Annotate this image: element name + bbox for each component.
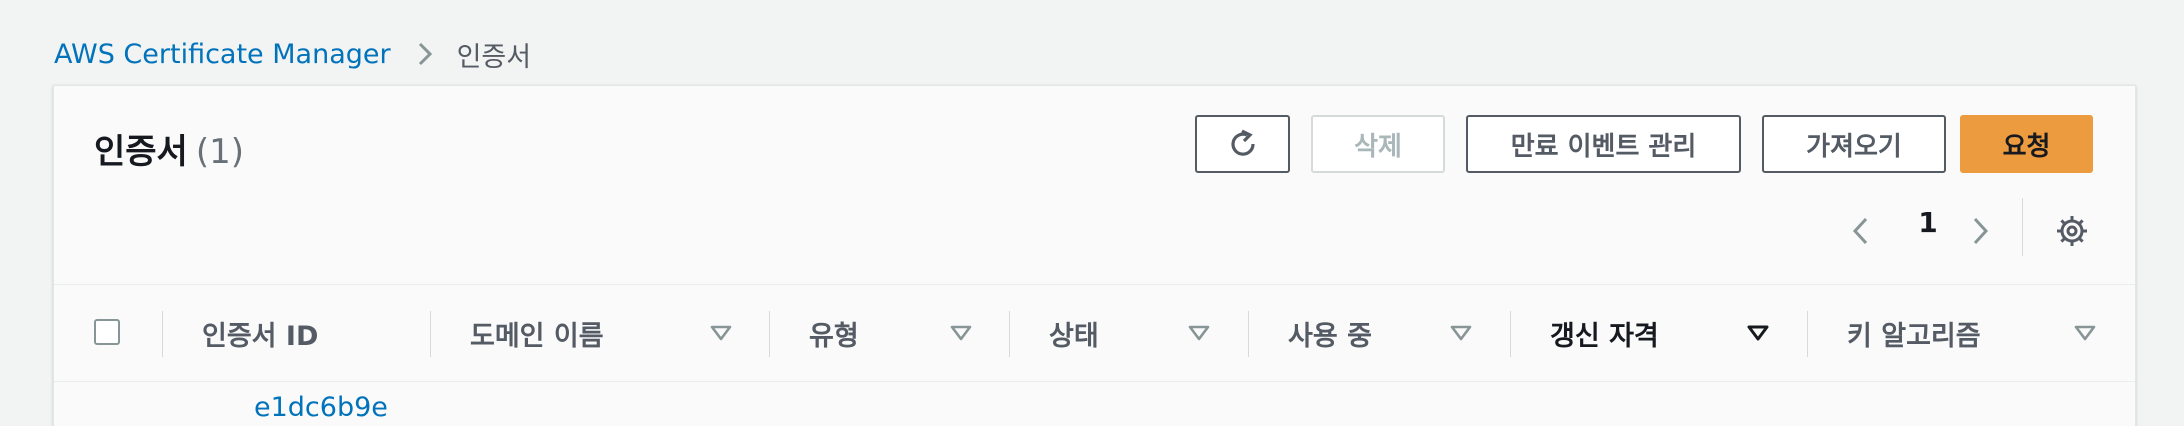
page-title-text: 인증서 (94, 132, 188, 172)
table-header: 인증서 ID 도메인 이름 유형 상태 사용 중 갱신 자격 키 알고리즘 (54, 284, 2135, 382)
column-renewal-eligibility[interactable]: 갱신 자격 (1550, 285, 1659, 381)
settings-gear-icon[interactable] (2054, 204, 2090, 258)
column-divider (430, 311, 431, 357)
toolbar-divider (2022, 198, 2023, 256)
column-divider (1009, 311, 1010, 357)
refresh-button[interactable] (1195, 115, 1290, 173)
sort-caret-icon[interactable] (950, 319, 972, 347)
column-certificate-id[interactable]: 인증서 ID (202, 285, 318, 381)
manage-expiry-events-button[interactable]: 만료 이벤트 관리 (1466, 115, 1741, 173)
sort-caret-icon[interactable] (2074, 319, 2096, 347)
import-button[interactable]: 가져오기 (1762, 115, 1946, 173)
breadcrumb-current: 인증서 (456, 41, 532, 73)
certificate-id-link[interactable]: e1dc6b9e (254, 392, 388, 423)
column-divider (162, 311, 163, 357)
certificate-count: (1) (195, 132, 245, 172)
breadcrumb-acm-link[interactable]: AWS Certificate Manager (54, 39, 391, 70)
column-key-algorithm[interactable]: 키 알고리즘 (1847, 285, 1981, 381)
delete-button[interactable]: 삭제 (1311, 115, 1445, 173)
column-divider (1510, 311, 1511, 357)
certificates-panel: 인증서 (1) 삭제 만료 이벤트 관리 가져오기 요청 1 인증서 ID 도메인… (53, 85, 2136, 426)
refresh-icon (1230, 129, 1255, 156)
breadcrumb: AWS Certificate Manager 인증서 (54, 36, 532, 73)
sort-caret-active-icon[interactable] (1747, 319, 1769, 347)
previous-page-icon[interactable] (1849, 204, 1873, 258)
sort-caret-icon[interactable] (1188, 319, 1210, 347)
column-divider (1248, 311, 1249, 357)
request-button[interactable]: 요청 (1960, 115, 2093, 173)
chevron-right-icon (415, 36, 435, 72)
column-in-use[interactable]: 사용 중 (1288, 285, 1372, 381)
column-divider (1807, 311, 1808, 357)
column-status[interactable]: 상태 (1049, 285, 1099, 381)
column-type[interactable]: 유형 (809, 285, 859, 381)
sort-caret-icon[interactable] (710, 319, 732, 347)
select-all-checkbox[interactable] (94, 319, 120, 345)
sort-caret-icon[interactable] (1450, 319, 1472, 347)
next-page-icon[interactable] (1968, 204, 1992, 258)
page-title: 인증서 (1) (94, 124, 244, 173)
current-page-number[interactable]: 1 (1916, 206, 1940, 239)
column-domain-name[interactable]: 도메인 이름 (470, 285, 604, 381)
column-divider (769, 311, 770, 357)
